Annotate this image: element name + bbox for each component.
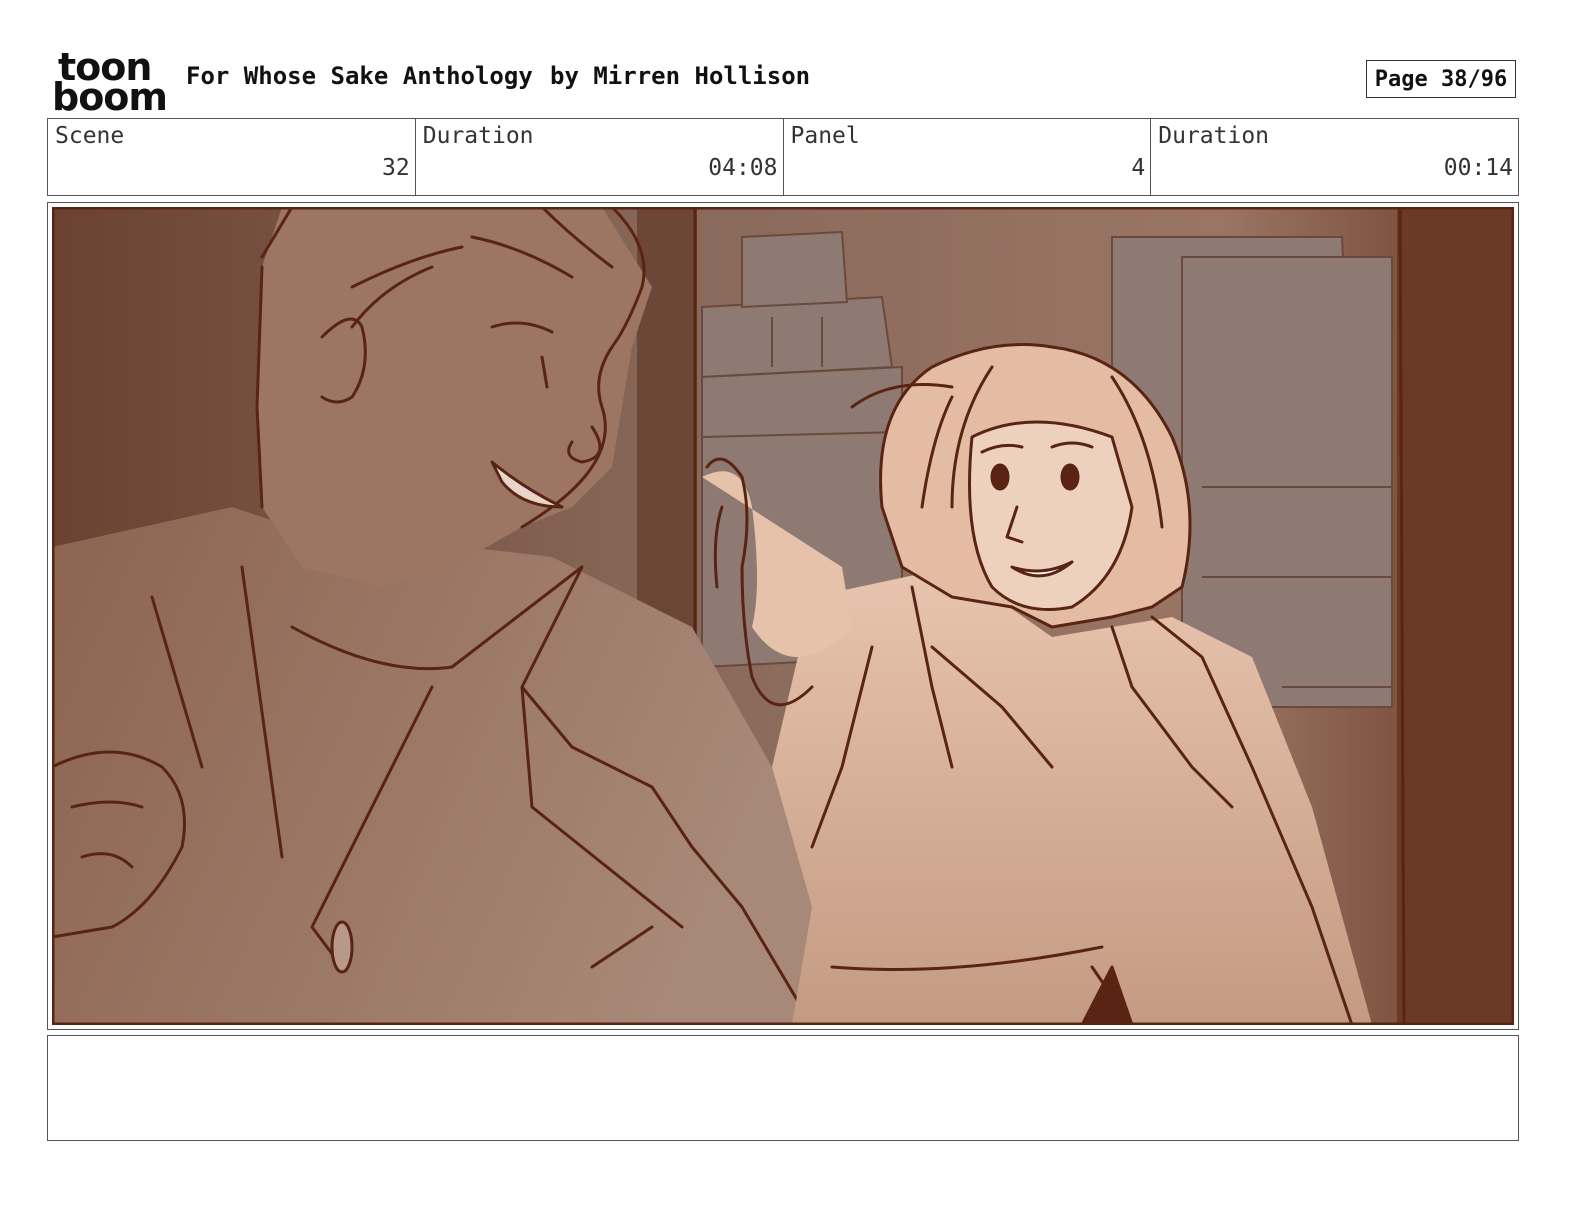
- panel-notes: [47, 1035, 1519, 1141]
- scene-duration-label: Duration: [422, 123, 534, 149]
- scene-label: Scene: [55, 123, 125, 149]
- storyboard-drawing: [52, 207, 1514, 1025]
- panel-label: Panel: [790, 123, 860, 149]
- scene-cell: Scene 32: [48, 119, 416, 195]
- door-frame-right: [1397, 207, 1514, 1025]
- panel-cell: Panel 4: [784, 119, 1152, 195]
- panel-duration-value: 00:14: [1443, 155, 1513, 181]
- panel-value: 4: [1131, 155, 1146, 181]
- scene-duration-value: 04:08: [708, 155, 778, 181]
- panel-duration-label: Duration: [1158, 123, 1270, 149]
- logo-line-2: boom: [52, 75, 168, 119]
- scene-duration-cell: Duration 04:08: [416, 119, 784, 195]
- document-author: by Mirren Hollison: [550, 62, 811, 90]
- storyboard-panel: [47, 202, 1519, 1030]
- scene-value: 32: [382, 155, 410, 181]
- toon-boom-logo: toon boom: [52, 48, 168, 119]
- document-title: For Whose Sake Anthology: [186, 62, 533, 90]
- panel-duration-cell: Duration 00:14: [1151, 119, 1518, 195]
- scene-info-table: Scene 32 Duration 04:08 Panel 4 Duration…: [47, 118, 1519, 196]
- page-indicator: Page 38/96: [1366, 60, 1516, 98]
